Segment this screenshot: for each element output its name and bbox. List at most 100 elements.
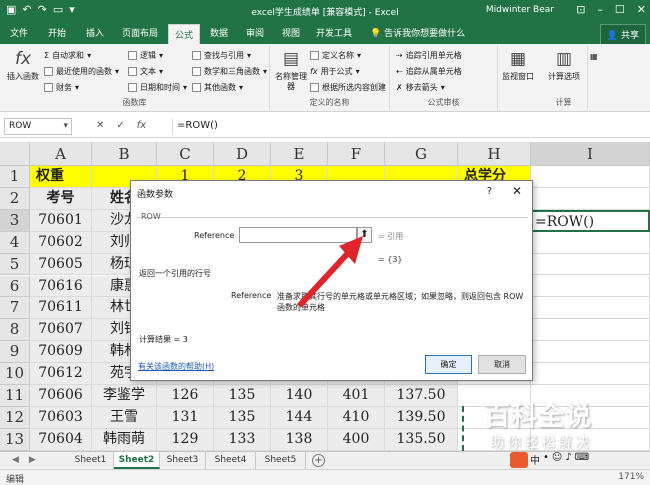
calc-now-icon[interactable]: ▦ <box>590 52 598 61</box>
tab-view[interactable]: 视图 <box>282 26 300 39</box>
autosum-button[interactable]: Σ 自动求和 ▾ <box>44 50 91 61</box>
cell-f13[interactable]: 400 <box>328 428 385 451</box>
cell-a2[interactable]: 考号 <box>30 187 92 210</box>
cell-d12[interactable]: 135 <box>214 406 271 429</box>
logical-button[interactable]: 逻辑 ▾ <box>128 50 163 61</box>
insert-function-button[interactable]: fx 插入函数 <box>4 48 42 82</box>
tab-insert[interactable]: 插入 <box>86 26 104 39</box>
sheet-tab-sheet5[interactable]: Sheet5 <box>256 452 306 469</box>
financial-button[interactable]: 财务 ▾ <box>44 82 79 93</box>
cell-b12[interactable]: 王雪 <box>92 406 157 429</box>
cell-i7[interactable] <box>531 297 650 320</box>
row-header-12[interactable]: 12 <box>0 406 30 429</box>
sheet-tab-sheet4[interactable]: Sheet4 <box>206 452 256 469</box>
cell-i9[interactable] <box>531 341 650 364</box>
column-header-h[interactable]: H <box>458 142 531 166</box>
cell-a5[interactable]: 70605 <box>30 253 92 276</box>
tab-data[interactable]: 数据 <box>210 26 228 39</box>
tab-page-layout[interactable]: 页面布局 <box>122 26 158 39</box>
date-time-button[interactable]: 日期和时间 ▾ <box>128 82 187 93</box>
sheet-tab-sheet2[interactable]: Sheet2 <box>114 452 160 469</box>
cell-i10[interactable] <box>531 363 650 385</box>
cell-a1[interactable]: 权重 <box>30 166 92 188</box>
cell-f12[interactable]: 410 <box>328 406 385 429</box>
column-header-f[interactable]: F <box>328 142 385 166</box>
column-header-d[interactable]: D <box>214 142 271 166</box>
column-header-c[interactable]: C <box>157 142 214 166</box>
cancel-button[interactable]: 取消 <box>478 355 526 374</box>
share-button[interactable]: 👤 共享 <box>599 24 646 45</box>
row-header-1[interactable]: 1 <box>0 166 30 188</box>
cell-c11[interactable]: 126 <box>157 385 214 407</box>
create-from-selection-button[interactable]: 根据所选内容创建 <box>310 82 386 93</box>
cell-a8[interactable]: 70607 <box>30 319 92 342</box>
tab-file[interactable]: 文件 <box>10 26 28 39</box>
cell-f11[interactable]: 401 <box>328 385 385 407</box>
tell-me-search[interactable]: 💡 告诉我你想要做什么 <box>370 26 465 39</box>
row-header-3[interactable]: 3 <box>0 209 30 232</box>
chinese-mode-icon[interactable]: 中 <box>530 452 540 467</box>
row-header-4[interactable]: 4 <box>0 231 30 254</box>
cell-a4[interactable]: 70602 <box>30 231 92 254</box>
cancel-icon[interactable]: ✕ <box>96 120 104 131</box>
column-header-a[interactable]: A <box>30 142 92 166</box>
trace-dependents-button[interactable]: ⇠ 追踪从属单元格 <box>396 66 462 77</box>
math-trig-button[interactable]: 数学和三角函数 ▾ <box>192 66 267 77</box>
tab-home[interactable]: 开始 <box>48 26 66 39</box>
lookup-reference-button[interactable]: 查找与引用 ▾ <box>192 50 251 61</box>
cell-g12[interactable]: 139.50 <box>385 406 458 429</box>
cell-a6[interactable]: 70616 <box>30 275 92 298</box>
cell-b13[interactable]: 韩雨萌 <box>92 428 157 451</box>
cell-g13[interactable]: 135.50 <box>385 428 458 451</box>
close-icon[interactable]: ✕ <box>512 184 522 198</box>
cell-a10[interactable]: 70612 <box>30 363 92 385</box>
recently-used-button[interactable]: 最近使用的函数 ▾ <box>44 66 119 77</box>
close-icon[interactable]: ✕ <box>637 3 646 16</box>
sheet-tab-sheet1[interactable]: Sheet1 <box>68 452 114 469</box>
row-header-2[interactable]: 2 <box>0 187 30 210</box>
cell-a12[interactable]: 70603 <box>30 406 92 429</box>
calculation-options-button[interactable]: ▥ 计算选项 <box>540 48 588 82</box>
cell-g11[interactable]: 137.50 <box>385 385 458 407</box>
cell-d11[interactable]: 135 <box>214 385 271 407</box>
cell-a3[interactable]: 70601 <box>30 209 92 232</box>
enter-icon[interactable]: ✓ <box>116 120 124 131</box>
column-header-g[interactable]: G <box>385 142 458 166</box>
column-header-e[interactable]: E <box>271 142 328 166</box>
define-name-button[interactable]: 定义名称 ▾ <box>310 50 361 61</box>
remove-arrows-button[interactable]: ✗ 移去箭头 ▾ <box>396 82 445 93</box>
cell-a13[interactable]: 70604 <box>30 428 92 451</box>
row-header-11[interactable]: 11 <box>0 385 30 407</box>
cell-i8[interactable] <box>531 319 650 342</box>
row-header-9[interactable]: 9 <box>0 341 30 364</box>
cell-i5[interactable] <box>531 253 650 276</box>
add-sheet-icon[interactable]: + <box>312 454 325 467</box>
emoji-icon[interactable]: ☺ <box>552 452 562 467</box>
keyboard-icon[interactable]: ⌨ <box>575 452 589 467</box>
microphone-icon[interactable]: ♪ <box>565 452 571 467</box>
more-functions-button[interactable]: 其他函数 ▾ <box>192 82 243 93</box>
text-button[interactable]: 文本 ▾ <box>128 66 163 77</box>
cell-e11[interactable]: 140 <box>271 385 328 407</box>
row-header-10[interactable]: 10 <box>0 363 30 385</box>
insert-function-icon[interactable]: fx <box>137 120 146 131</box>
cell-i1[interactable] <box>531 166 650 188</box>
column-header-b[interactable]: B <box>92 142 157 166</box>
cell-e12[interactable]: 144 <box>271 406 328 429</box>
name-manager-button[interactable]: ▤ 名称管理器 <box>274 48 308 92</box>
watch-window-button[interactable]: ▦ 监视窗口 <box>498 48 538 82</box>
next-sheet-icon[interactable]: ▶ <box>29 455 36 465</box>
cell-a7[interactable]: 70611 <box>30 297 92 320</box>
row-header-6[interactable]: 6 <box>0 275 30 298</box>
cell-e13[interactable]: 138 <box>271 428 328 451</box>
formula-input[interactable]: =ROW() <box>172 119 646 135</box>
maximize-icon[interactable]: ☐ <box>615 3 625 16</box>
sheet-tab-sheet3[interactable]: Sheet3 <box>160 452 206 469</box>
trace-precedents-button[interactable]: ⇢ 追踪引用单元格 <box>396 50 462 61</box>
name-box[interactable]: ROW ▾ <box>4 118 72 135</box>
cell-i6[interactable] <box>531 275 650 298</box>
cell-d13[interactable]: 133 <box>214 428 271 451</box>
cell-c12[interactable]: 131 <box>157 406 214 429</box>
tab-review[interactable]: 审阅 <box>246 26 264 39</box>
cell-i2[interactable] <box>531 187 650 210</box>
